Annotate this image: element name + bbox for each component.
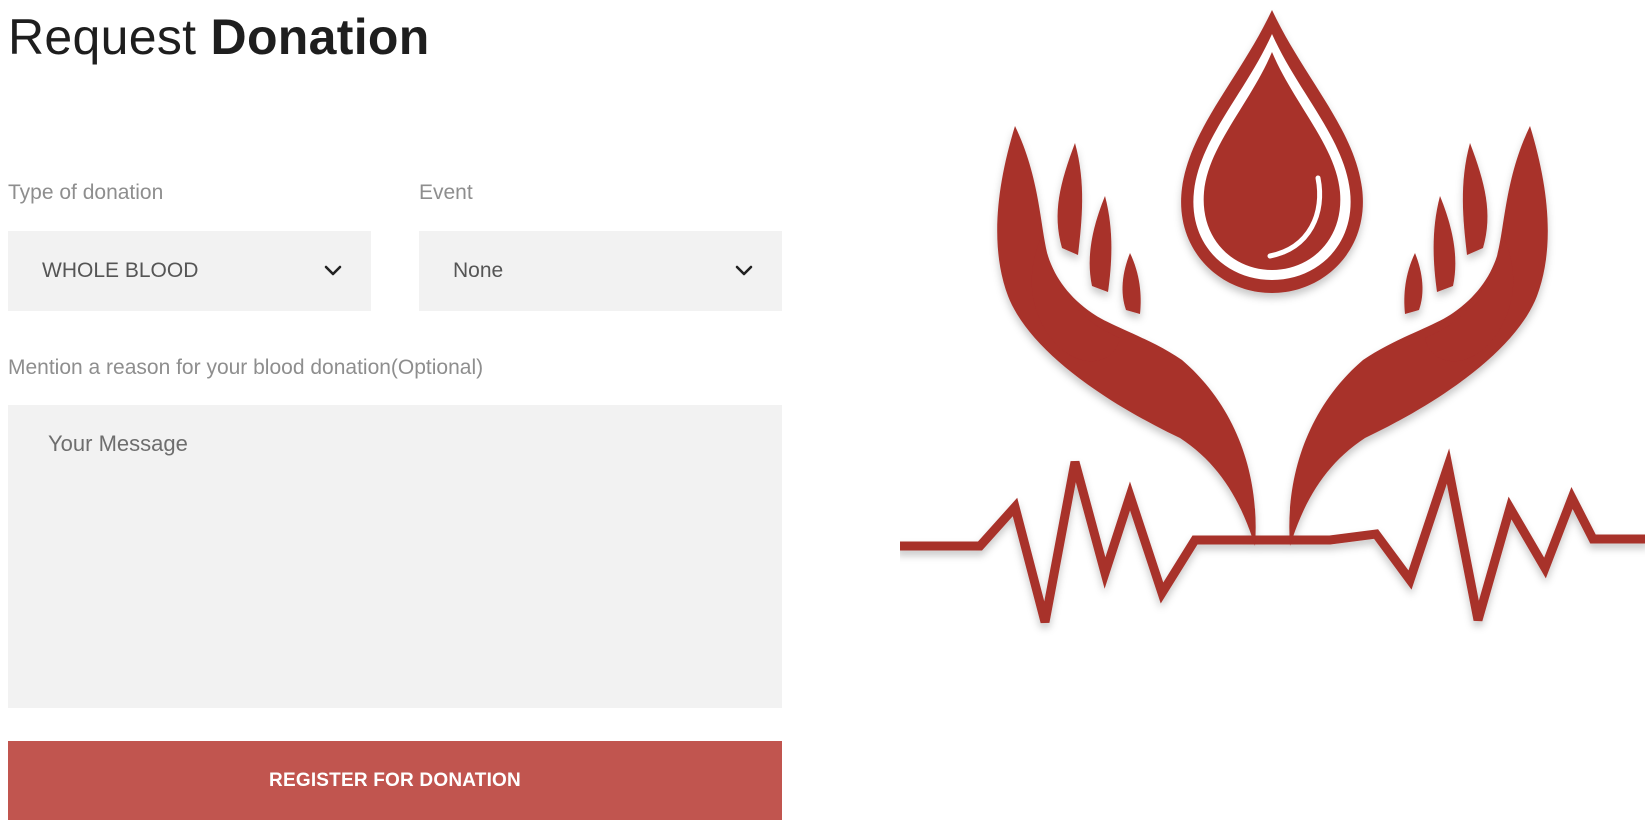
message-placeholder: Your Message [48, 431, 188, 456]
heartbeat-line [900, 448, 1645, 624]
request-donation-page: Request Donation Type of donation WHOLE … [0, 0, 1647, 828]
register-donation-button[interactable]: REGISTER FOR DONATION [8, 741, 782, 820]
donation-type-select[interactable]: WHOLE BLOOD [8, 231, 371, 311]
blood-drop-inner [1203, 52, 1341, 270]
donation-type-value: WHOLE BLOOD [42, 259, 199, 282]
chevron-down-icon [735, 265, 753, 276]
right-finger [1462, 143, 1488, 255]
blood-donation-logo [900, 10, 1645, 624]
page-title-light: Request [8, 9, 197, 65]
left-finger [1089, 196, 1112, 292]
message-textarea[interactable]: Your Message [8, 405, 782, 708]
page-title-bold: Donation [210, 9, 430, 65]
event-label: Event [419, 181, 473, 204]
right-finger [1433, 196, 1456, 292]
chevron-down-icon [324, 265, 342, 276]
left-finger [1122, 253, 1141, 314]
event-value: None [453, 259, 504, 282]
right-finger [1404, 253, 1423, 314]
donation-type-label: Type of donation [8, 181, 164, 204]
left-finger [1057, 143, 1083, 255]
page-title: Request Donation [8, 6, 430, 68]
logo-artwork [900, 10, 1645, 624]
reason-label: Mention a reason for your blood donation… [8, 356, 484, 379]
event-select[interactable]: None [419, 231, 782, 311]
